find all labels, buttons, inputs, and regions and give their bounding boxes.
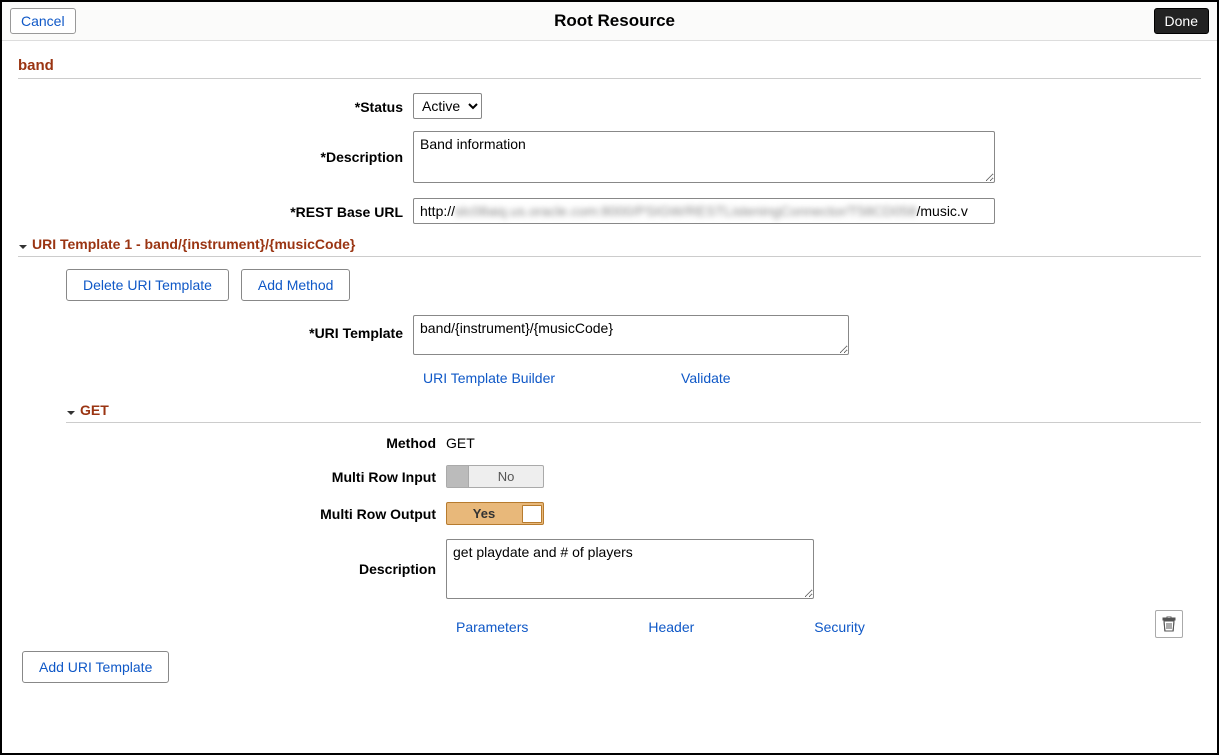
multi-row-input-label: Multi Row Input	[66, 469, 446, 485]
rest-url-label: *REST Base URL	[18, 198, 413, 220]
method-value: GET	[446, 435, 475, 451]
rest-url-blurred: slc08aiq.us.oracle.com:8000/PSIGW/RESTLi…	[455, 203, 916, 219]
get-header[interactable]: GET	[66, 402, 1201, 423]
rest-url-suffix: /music.v	[916, 203, 967, 219]
description-label: *Description	[18, 131, 413, 165]
status-label: *Status	[18, 93, 413, 115]
rest-url-prefix: http://	[420, 203, 455, 219]
page-title: Root Resource	[76, 11, 1154, 31]
toggle-label: Yes	[447, 506, 521, 521]
uri-template-textarea[interactable]	[413, 315, 849, 355]
add-method-button[interactable]: Add Method	[241, 269, 351, 301]
status-row: *Status Active	[18, 93, 1201, 119]
delete-method-button[interactable]	[1155, 610, 1183, 638]
rest-url-input[interactable]: http:// slc08aiq.us.oracle.com:8000/PSIG…	[413, 198, 995, 224]
multi-row-input-row: Multi Row Input No	[66, 465, 1201, 488]
trash-icon	[1162, 616, 1176, 632]
multi-row-input-toggle[interactable]: No	[446, 465, 544, 488]
get-header-label: GET	[80, 402, 109, 418]
toggle-label: No	[469, 469, 543, 484]
get-section: GET Method GET Multi Row Input No Multi …	[66, 402, 1201, 635]
page-header: Cancel Root Resource Done	[2, 2, 1217, 41]
chevron-down-icon	[66, 405, 76, 415]
security-link[interactable]: Security	[814, 619, 865, 635]
multi-row-output-toggle[interactable]: Yes	[446, 502, 544, 525]
cancel-button[interactable]: Cancel	[10, 8, 76, 34]
get-description-label: Description	[66, 539, 446, 577]
toggle-knob	[522, 505, 542, 523]
uri-template-builder-link[interactable]: URI Template Builder	[423, 370, 555, 386]
chevron-down-icon	[18, 239, 28, 249]
description-textarea[interactable]	[413, 131, 995, 183]
method-row: Method GET	[66, 435, 1201, 451]
content-area: band *Status Active *Description *REST B…	[2, 41, 1217, 699]
uri-template-row: *URI Template	[18, 315, 1201, 358]
header-link[interactable]: Header	[648, 619, 694, 635]
get-description-textarea[interactable]	[446, 539, 814, 599]
uri-template-label: *URI Template	[18, 315, 413, 341]
get-bottom-row: Parameters Header Security	[66, 613, 1201, 635]
uri-template-header[interactable]: URI Template 1 - band/{instrument}/{musi…	[18, 236, 1201, 257]
uri-template-buttons: Delete URI Template Add Method	[66, 269, 1201, 301]
uri-template-links: URI Template Builder Validate	[423, 370, 1201, 386]
multi-row-output-row: Multi Row Output Yes	[66, 502, 1201, 525]
status-select[interactable]: Active	[413, 93, 482, 119]
done-button[interactable]: Done	[1154, 8, 1209, 34]
method-label: Method	[66, 435, 446, 451]
rest-url-row: *REST Base URL http:// slc08aiq.us.oracl…	[18, 198, 1201, 224]
get-links: Parameters Header Security	[456, 619, 865, 635]
description-row: *Description	[18, 131, 1201, 186]
add-uri-template-button[interactable]: Add URI Template	[22, 651, 169, 683]
delete-uri-template-button[interactable]: Delete URI Template	[66, 269, 229, 301]
toggle-knob	[447, 466, 469, 487]
multi-row-output-label: Multi Row Output	[66, 506, 446, 522]
get-description-row: Description	[66, 539, 1201, 599]
validate-link[interactable]: Validate	[681, 370, 731, 386]
band-section-header: band	[18, 57, 1201, 79]
parameters-link[interactable]: Parameters	[456, 619, 528, 635]
uri-template-header-label: URI Template 1 - band/{instrument}/{musi…	[32, 236, 355, 252]
band-title: band	[18, 57, 1201, 74]
